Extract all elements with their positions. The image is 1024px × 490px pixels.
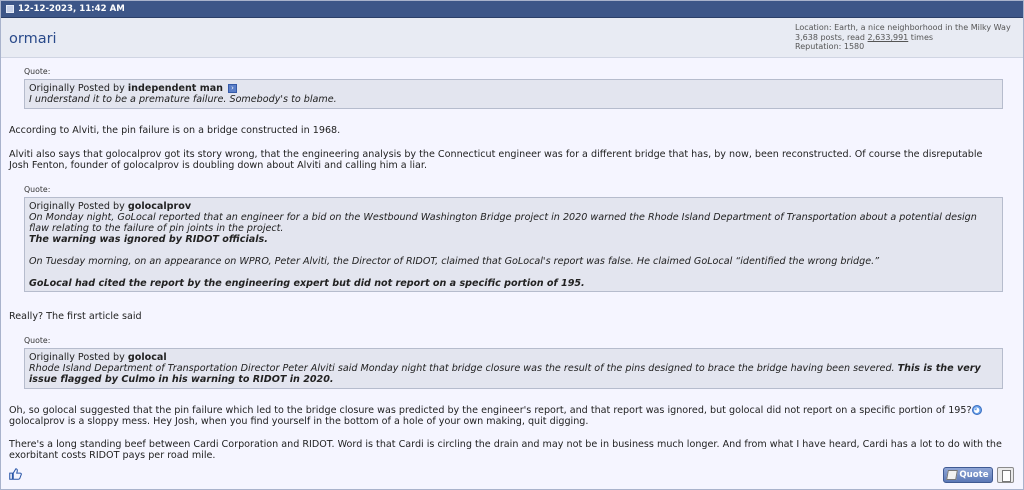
quote-box: Originally Posted by golocal Rhode Islan…: [24, 348, 1003, 389]
paragraph-4-text-2: golocalprov is a sloppy mess. Hey Josh, …: [9, 416, 589, 427]
user-post-stats: 3,638 posts, read 2,633,991 times: [795, 33, 1015, 43]
quote-text: On Tuesday morning, on an appearance on …: [29, 256, 880, 267]
quote-by-prefix: Originally Posted by: [29, 83, 128, 94]
pencil-icon: [946, 470, 958, 480]
read-suffix: times: [908, 32, 934, 42]
post-footer: Quote: [1, 464, 1023, 486]
quote-attribution: Originally Posted by independent man ›: [29, 83, 998, 94]
quote-button-label: Quote: [959, 470, 989, 480]
quote-text-bold: The warning was ignored by RIDOT officia…: [29, 234, 268, 245]
quote-1: Quote: Originally Posted by independent …: [24, 67, 1003, 109]
quote-label: Quote:: [24, 185, 51, 194]
post-header: 12-12-2023, 11:42 AM: [1, 1, 1023, 18]
quote-attribution: Originally Posted by golocal: [29, 352, 998, 363]
quote-text: On Monday night, GoLocal reported that a…: [29, 212, 977, 234]
quote-by-prefix: Originally Posted by: [29, 201, 128, 212]
user-info: Location: Earth, a nice neighborhood in …: [795, 23, 1015, 52]
user-reputation: Reputation: 1580: [795, 42, 865, 52]
thumbs-up-icon[interactable]: [8, 467, 22, 481]
rolleyes-icon: ◕: [971, 405, 982, 415]
paragraph-1: According to Alviti, the pin failure is …: [9, 125, 341, 136]
paragraph-4: Oh, so golocal suggested that the pin fa…: [9, 405, 1005, 427]
multiquote-icon[interactable]: [997, 467, 1014, 483]
quote-author: independent man: [127, 83, 224, 94]
quote-author: golocal: [127, 352, 167, 363]
quote-2: Quote: Originally Posted by golocalprov …: [24, 185, 1003, 292]
quote-text: I understand it to be a premature failur…: [29, 94, 337, 105]
quote-3: Quote: Originally Posted by golocal Rhod…: [24, 336, 1003, 389]
paragraph-4-text: Oh, so golocal suggested that the pin fa…: [9, 405, 972, 416]
user-location: Location: Earth, a nice neighborhood in …: [795, 23, 1011, 32]
paragraph-3: Really? The first article said: [9, 311, 142, 322]
username-link[interactable]: ormari: [9, 31, 57, 47]
paragraph-5: There's a long standing beef between Car…: [9, 439, 1002, 461]
post-count: 3,638 posts, read: [795, 32, 868, 42]
quote-label: Quote:: [24, 336, 51, 345]
quote-label: Quote:: [24, 67, 51, 76]
post-datetime: 12-12-2023, 11:42 AM: [18, 4, 125, 14]
quote-box: Originally Posted by independent man › I…: [24, 79, 1003, 109]
post-icon: [6, 5, 14, 13]
paragraph-2: Alviti also says that golocalprov got it…: [9, 149, 983, 171]
read-count-link[interactable]: 2,633,991: [868, 33, 909, 42]
forum-post: 12-12-2023, 11:42 AM ormari Location: Ea…: [0, 0, 1024, 490]
quote-author: golocalprov: [127, 201, 192, 212]
user-bar: ormari Location: Earth, a nice neighborh…: [1, 18, 1023, 58]
quote-attribution: Originally Posted by golocalprov: [29, 201, 998, 212]
quote-box: Originally Posted by golocalprov On Mond…: [24, 197, 1003, 292]
quote-by-prefix: Originally Posted by: [29, 352, 128, 363]
quote-button[interactable]: Quote: [943, 467, 993, 483]
quote-text-bold: GoLocal had cited the report by the engi…: [29, 278, 585, 289]
arrow-right-icon[interactable]: ›: [228, 83, 238, 93]
quote-text: Rhode Island Department of Transportatio…: [29, 363, 898, 374]
